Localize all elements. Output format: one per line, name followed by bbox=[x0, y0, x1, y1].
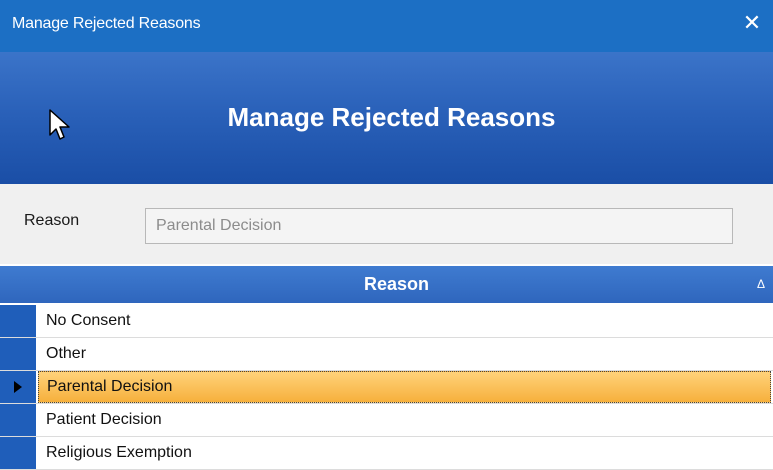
reason-cell[interactable]: Parental Decision bbox=[38, 371, 771, 403]
reason-cell[interactable]: Other bbox=[38, 338, 773, 370]
reasons-grid: Reason Δ No Consent Other Parental Decis… bbox=[0, 264, 773, 470]
sort-ascending-icon[interactable]: Δ bbox=[757, 277, 765, 291]
grid-header: Reason Δ bbox=[0, 266, 773, 303]
reason-form: Reason bbox=[0, 184, 773, 264]
table-row[interactable]: Patient Decision bbox=[0, 404, 773, 437]
window-titlebar: Manage Rejected Reasons ✕ bbox=[0, 0, 773, 52]
row-selector[interactable] bbox=[0, 437, 36, 469]
reason-cell[interactable]: Patient Decision bbox=[38, 404, 773, 436]
grid-rows: No Consent Other Parental Decision Patie… bbox=[0, 305, 773, 470]
window-title: Manage Rejected Reasons bbox=[12, 15, 201, 32]
header-banner: Manage Rejected Reasons bbox=[0, 52, 773, 184]
reason-input[interactable] bbox=[145, 208, 733, 244]
row-selector[interactable] bbox=[0, 371, 36, 403]
table-row[interactable]: Other bbox=[0, 338, 773, 371]
reason-cell[interactable]: No Consent bbox=[38, 305, 773, 337]
page-title: Manage Rejected Reasons bbox=[227, 102, 556, 132]
column-header-reason[interactable]: Reason bbox=[0, 274, 773, 295]
reason-cell[interactable]: Religious Exemption bbox=[38, 437, 773, 469]
row-selector[interactable] bbox=[0, 305, 36, 337]
table-row[interactable]: No Consent bbox=[0, 305, 773, 338]
current-row-arrow-icon bbox=[14, 381, 22, 393]
row-selector[interactable] bbox=[0, 338, 36, 370]
close-icon[interactable]: ✕ bbox=[739, 10, 765, 36]
table-row-selected[interactable]: Parental Decision bbox=[0, 371, 773, 404]
reason-label: Reason bbox=[24, 212, 80, 229]
table-row[interactable]: Religious Exemption bbox=[0, 437, 773, 470]
row-selector[interactable] bbox=[0, 404, 36, 436]
